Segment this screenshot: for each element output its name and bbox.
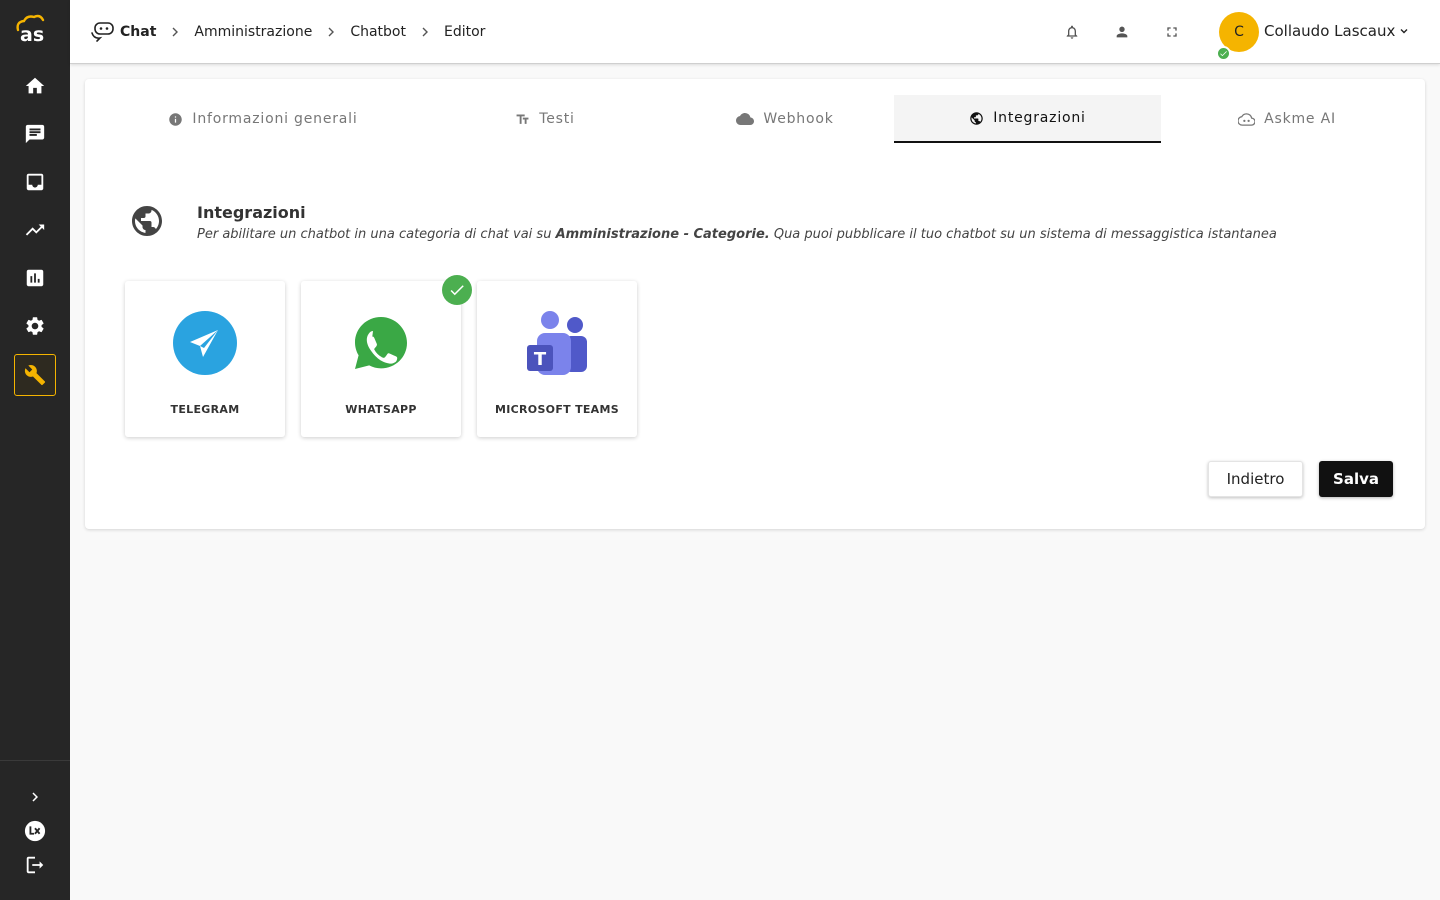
editor-card: Informazioni generali Testi Webhook Inte… <box>85 79 1425 529</box>
user-menu[interactable]: Collaudo Lascaux <box>1264 22 1409 40</box>
integration-card-telegram[interactable]: TELEGRAM <box>125 281 285 437</box>
gear-icon <box>26 317 44 335</box>
online-status-badge <box>1216 46 1231 61</box>
globe-icon <box>970 111 983 125</box>
tab-integrazioni[interactable]: Integrazioni <box>894 95 1161 143</box>
breadcrumb-item-chatbot[interactable]: Chatbot <box>350 24 406 40</box>
integration-card-microsoft-teams[interactable]: T MICROSOFT TEAMS <box>477 281 637 437</box>
svg-text:as: as <box>20 24 44 44</box>
tab-askme-ai[interactable]: Askme AI <box>1225 95 1349 143</box>
back-button[interactable]: Indietro <box>1208 461 1303 497</box>
tab-webhook[interactable]: Webhook <box>715 95 855 143</box>
integration-label: TELEGRAM <box>170 403 240 416</box>
sidebar-item-inbox[interactable] <box>14 161 56 203</box>
tab-bar: Informazioni generali Testi Webhook Inte… <box>85 95 1425 143</box>
save-button[interactable]: Salva <box>1319 461 1393 497</box>
chevron-right-icon <box>32 792 38 802</box>
integration-label: WHATSAPP <box>345 403 417 416</box>
breadcrumb-item-amministrazione[interactable]: Amministrazione <box>194 24 312 40</box>
integration-card-whatsapp[interactable]: WHATSAPP <box>301 281 461 437</box>
logout-button[interactable] <box>14 844 56 886</box>
sidebar-item-chat[interactable] <box>14 113 56 155</box>
person-icon <box>1116 26 1128 38</box>
chevron-right-icon <box>328 27 335 37</box>
trending-icon <box>25 224 45 236</box>
teams-icon: T <box>527 311 587 375</box>
home-icon <box>25 77 45 94</box>
ai-cloud-icon <box>1238 112 1256 126</box>
chevron-down-icon <box>1400 29 1408 34</box>
app-logo[interactable]: as <box>12 14 58 44</box>
bar-chart-icon <box>26 269 44 287</box>
sidebar-item-tools[interactable] <box>14 354 56 396</box>
chevron-right-icon <box>172 27 179 37</box>
profile-button[interactable] <box>1112 22 1132 42</box>
integration-label: MICROSOFT TEAMS <box>495 403 619 416</box>
sidebar-divider <box>0 760 70 761</box>
text-format-icon <box>516 114 529 124</box>
section-title: Integrazioni <box>197 203 306 222</box>
logout-icon <box>26 856 44 874</box>
breadcrumb-item-editor[interactable]: Editor <box>444 24 485 40</box>
breadcrumb: Chat Amministrazione Chatbot Editor <box>90 0 485 64</box>
integration-enabled-badge <box>442 275 472 305</box>
sidebar-item-trends[interactable] <box>14 209 56 251</box>
wrench-icon <box>24 365 46 386</box>
cloud-icon <box>736 113 755 125</box>
fullscreen-icon <box>1167 27 1177 37</box>
chatbot-icon <box>91 22 114 42</box>
sidebar-item-reports[interactable] <box>14 257 56 299</box>
info-icon <box>169 112 183 126</box>
tab-informazioni-generali[interactable]: Informazioni generali <box>161 95 365 143</box>
notifications-button[interactable] <box>1062 22 1082 42</box>
section-description: Per abilitare un chatbot in una categori… <box>197 227 1277 242</box>
globe-icon <box>132 206 162 236</box>
check-icon <box>450 285 464 296</box>
sidebar-item-home[interactable] <box>14 65 56 107</box>
whatsapp-icon <box>355 317 407 369</box>
sidebar-item-settings[interactable] <box>14 305 56 347</box>
sidebar: as <box>0 0 70 900</box>
chat-icon <box>25 124 45 144</box>
svg-text:T: T <box>534 349 547 370</box>
check-icon <box>1220 51 1227 57</box>
tab-testi[interactable]: Testi <box>490 95 600 143</box>
fullscreen-button[interactable] <box>1162 22 1182 42</box>
inbox-icon <box>26 173 44 191</box>
lx-icon <box>24 820 46 842</box>
breadcrumb-item-chat[interactable]: Chat <box>90 21 156 43</box>
bell-icon <box>1066 25 1078 39</box>
chevron-right-icon <box>422 27 428 37</box>
top-header: Chat Amministrazione Chatbot Editor C Co… <box>70 0 1440 64</box>
telegram-icon <box>173 311 237 375</box>
